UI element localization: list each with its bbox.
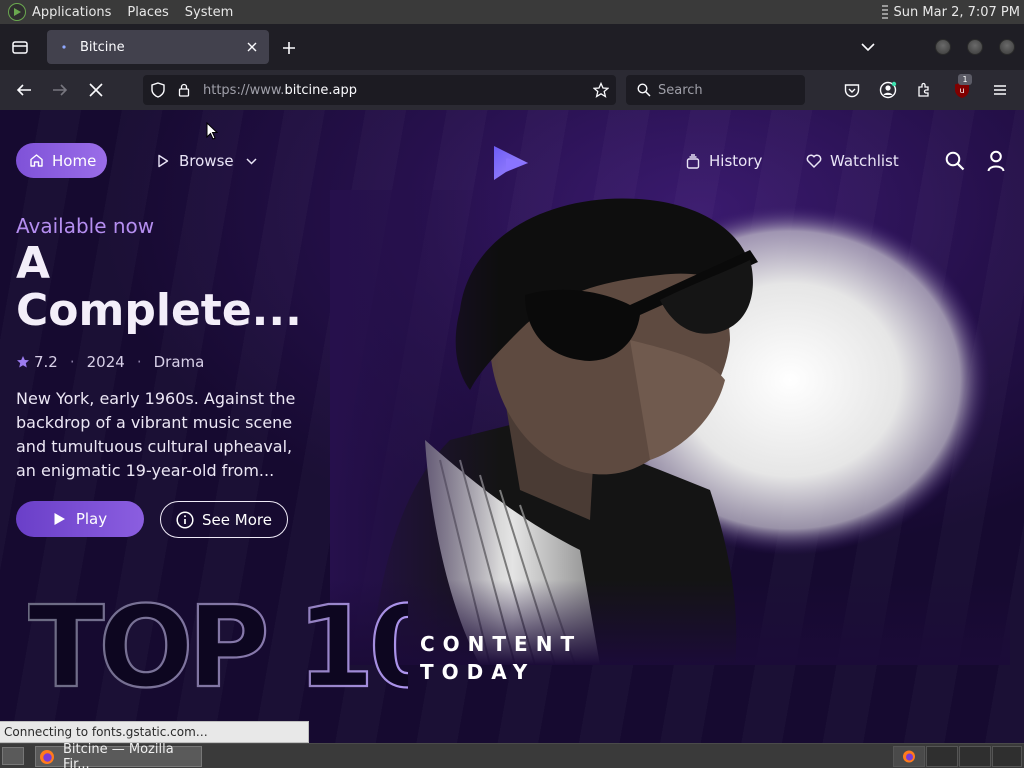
home-icon [28,153,44,169]
url-protocol: https://www. [203,82,285,98]
pocket-icon[interactable] [840,78,864,102]
account-icon[interactable] [876,78,900,102]
nav-watchlist-button[interactable]: Watchlist [806,142,899,180]
panel-clock[interactable]: Sun Mar 2, 7:07 PM [894,5,1020,20]
forward-arrow-icon[interactable] [48,78,72,102]
nav-home-button[interactable]: Home [16,143,107,178]
panel-handle-icon [881,5,888,19]
hero-genre: Drama [153,353,205,371]
lock-icon[interactable] [175,81,193,99]
site-nav: Home Browse History Watchlist [0,142,1024,180]
chevron-down-icon[interactable] [858,37,878,57]
back-arrow-icon[interactable] [12,78,36,102]
top10-line2: TODAY [420,660,536,684]
top10-subtitle: CONTENT TODAY [420,630,582,686]
mouse-cursor-icon [206,122,218,140]
firefox-icon [39,749,55,765]
svg-text:u: u [959,86,964,95]
favicon-icon [57,40,71,54]
see-more-label: See More [202,510,272,529]
info-icon [176,510,194,529]
star-bookmark-icon[interactable] [592,81,610,99]
chevron-down-icon [244,153,260,169]
search-bar[interactable]: Search [626,75,805,105]
browser-tab-bar: Bitcine [0,24,1024,70]
workspace-2[interactable] [926,746,958,767]
play-label: Play [75,510,108,528]
meta-separator: · [69,353,75,371]
tab-title: Bitcine [80,39,125,55]
heart-icon [806,153,822,169]
url-text[interactable]: https://www.bitcine.app [203,83,592,98]
extensions-icon[interactable] [912,78,936,102]
nav-browse-label: Browse [179,152,234,170]
play-outline-icon [155,153,171,169]
tab-bitcine[interactable]: Bitcine [47,30,269,64]
nav-home-label: Home [52,151,97,170]
stop-loading-icon[interactable] [84,78,108,102]
hero-rating: 7.2 [34,353,58,371]
play-icon [53,512,67,526]
hero-year: 2024 [86,353,125,371]
close-icon[interactable] [241,36,263,58]
distro-logo-icon[interactable] [8,3,26,21]
workspace-4[interactable] [992,746,1022,767]
hero-title: A Complete... [16,238,302,336]
tab-list-icon[interactable] [0,24,40,70]
shield-icon[interactable] [149,81,167,99]
extension-badge: 1 [958,74,972,85]
workspace-3[interactable] [959,746,991,767]
plus-icon[interactable] [278,37,300,59]
show-desktop-icon[interactable] [2,747,24,765]
taskbar-task-label: Bitcine — Mozilla Fir... [63,741,174,768]
meta-separator: · [136,353,142,371]
search-placeholder: Search [658,82,703,98]
nav-history-button[interactable]: History [685,142,762,180]
hero-meta: 7.2 · 2024 · Drama [16,353,204,371]
status-bubble: Connecting to fonts.gstatic.com… [0,721,309,743]
applications-menu[interactable]: Applications [32,5,111,20]
top10-heading: TOP 10 [27,582,449,714]
desktop-top-panel: Applications Places System Sun Mar 2, 7:… [0,0,1024,24]
hero-image [330,190,1010,665]
hero-eyebrow: Available now [16,214,155,238]
taskbar-firefox-window[interactable]: Bitcine — Mozilla Fir... [35,742,202,768]
rating-star-icon [16,355,30,369]
browser-nav-bar: https://www.bitcine.app Search u 1 [0,70,1024,110]
top10-big-text: TOP 10 [28,586,408,696]
close-window-button[interactable] [999,39,1015,55]
minimize-window-button[interactable] [935,39,951,55]
maximize-window-button[interactable] [967,39,983,55]
bitcine-logo[interactable] [490,142,532,184]
nav-browse-button[interactable]: Browse [155,142,260,180]
hamburger-menu-icon[interactable] [988,78,1012,102]
search-icon[interactable] [944,150,966,172]
history-icon [685,153,701,169]
search-icon [636,82,652,98]
see-more-button[interactable]: See More [160,501,288,538]
hero-description: New York, early 1960s. Against the backd… [16,389,296,480]
places-menu[interactable]: Places [127,5,168,20]
top10-line1: CONTENT [420,632,583,656]
workspace-1[interactable] [893,746,925,767]
url-bar[interactable]: https://www.bitcine.app [143,75,616,105]
nav-history-label: History [709,152,763,170]
screen: Applications Places System Sun Mar 2, 7:… [0,0,1024,768]
desktop-taskbar: Bitcine — Mozilla Fir... [0,742,1024,768]
play-button[interactable]: Play [16,501,144,537]
url-host: bitcine.app [284,82,357,98]
nav-watchlist-label: Watchlist [830,152,899,170]
system-menu[interactable]: System [185,5,233,20]
web-page: Home Browse History Watchlist Available … [0,110,1024,743]
user-icon[interactable] [985,150,1007,172]
